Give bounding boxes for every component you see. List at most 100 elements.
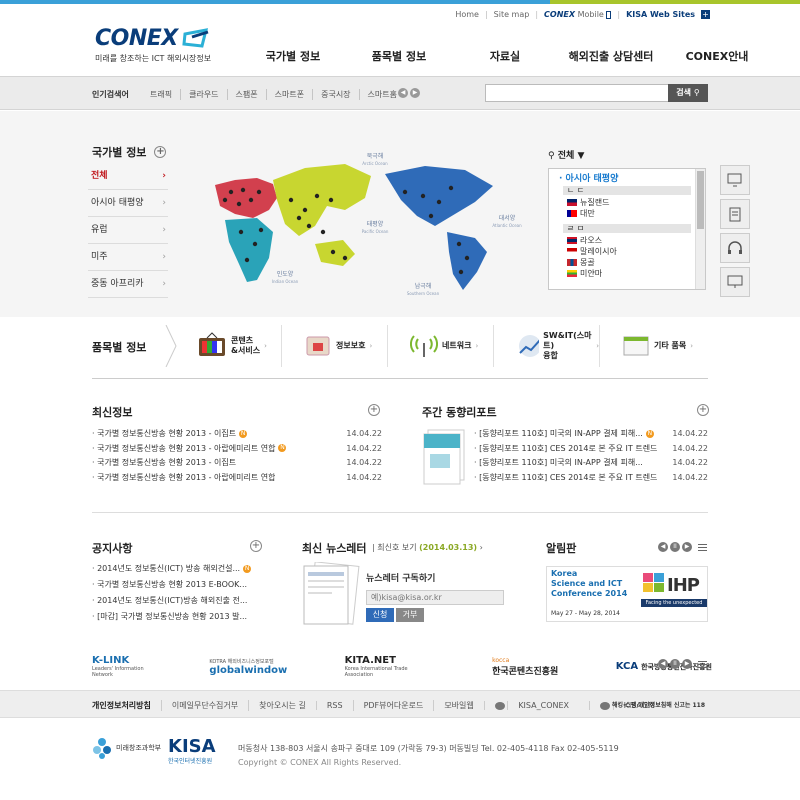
conex-mobile-link[interactable]: CONEX Mobile [544,10,612,19]
list-item[interactable]: · [마감] 국가별 정보통신방송 현황 2013 발... [92,609,262,625]
product-item[interactable]: 정보보호 › [281,325,387,367]
product-item[interactable]: 네트워크 › [387,325,493,367]
region-select[interactable]: ⚲ 전체 ▼ [548,148,584,161]
ocean-label: Arctic Ocean [362,161,388,166]
list-item[interactable]: · 국가별 정보통신방송 현황 2013 - 아랍에미리트 연합 N 14.04.2… [92,442,382,457]
product-item[interactable]: SW&IT(스마트) 융합 › [493,325,599,367]
next-icon[interactable]: ▶ [682,542,692,552]
conference-banner[interactable]: Korea Science and ICT Conference 2014 Ma… [546,566,708,622]
region-item[interactable]: 미주 › [88,244,168,271]
newsletter-email-field[interactable] [366,590,504,605]
sitemap-link[interactable]: Site map [494,10,530,19]
region-item[interactable]: 중동 아프리카 › [88,271,168,298]
list-item[interactable]: · [동향리포트 110호] CES 2014로 본 주요 IT 트렌드 14.0… [474,442,708,457]
footer-link[interactable]: 이메일무단수집거부 [160,700,248,711]
next-icon[interactable]: ▶ [410,88,420,98]
subscribe-button[interactable]: 신청 [366,608,394,622]
newsletter-prev-link[interactable]: | 최신호 보기 (2014.03.13) › [372,542,483,553]
country-group-label: ㄹ ㅁ [563,224,691,233]
country-list[interactable]: · 아시아 태평양 ㄴ ㄷ 뉴질랜드 대만 ㄹ ㅁ 라오스 말레이시아 몽골 미… [548,168,706,290]
list-item[interactable]: · 국가별 정보통신방송 현황 2013 - 이집트 N 14.04.22 [92,427,382,442]
newsletter-thumbnail[interactable] [300,562,360,626]
gnb-about[interactable]: CONEX안내 [664,48,770,64]
gnb-country[interactable]: 국가별 정보 [240,48,346,64]
chevron-right-icon: › [479,543,483,552]
more-plus-icon[interactable]: + [368,404,380,416]
list-item[interactable]: · 2014년도 정보통신(ICT) 방송 해외건설... N [92,561,262,577]
footer-link[interactable]: RSS [315,701,353,710]
list-item[interactable]: · [동향리포트 110호] CES 2014로 본 주요 IT 트렌드 14.0… [474,471,708,486]
search-button[interactable]: 검색 ⚲ [668,84,708,102]
caret-down-icon: ▼ [577,151,585,161]
partner-logo-kita[interactable]: KITA.NET Korea International Trade Associ… [345,655,435,678]
ministry-emblem-icon [93,738,111,759]
keyword[interactable]: 스마트폰 [265,89,312,100]
country-item[interactable]: 뉴질랜드 [549,197,705,208]
country-item[interactable]: 말레이시아 [549,246,705,257]
keyword[interactable]: 클라우드 [180,89,226,100]
keyword[interactable]: 스팸폰 [226,89,266,100]
region-item[interactable]: 유럽 › [88,217,168,244]
home-link[interactable]: Home [455,10,479,19]
country-item[interactable]: 라오스 [549,235,705,246]
gnb-consulting[interactable]: 해외진출 상담센터 [558,48,664,64]
product-item[interactable]: 기타 품목 › [599,325,705,367]
headset-icon[interactable] [720,233,750,263]
plus-icon[interactable]: + [701,10,710,19]
footer-link[interactable]: PDF뷰어다운로드 [352,700,434,711]
site-logo[interactable]: CONEX 미래를 창조하는 ICT 해외시장정보 [95,26,212,64]
divider [92,512,708,513]
next-icon[interactable]: ▶ [682,659,692,669]
country-item[interactable]: 미얀마 [549,268,705,279]
partner-logo-klink[interactable]: K-LINK Leaders' Information Network [92,655,152,678]
misc-window-icon [623,336,649,356]
list-item[interactable]: · 국가별 정보통신방송 현황 2013 - 이집트 14.04.22 [92,456,382,471]
list-item[interactable]: · 국가별 정보통신방송 현황 2013 - 아랍에미리트 연합 14.04.22 [92,471,382,486]
country-item[interactable]: 대만 [549,208,705,219]
footer-link[interactable]: 찾아오시는 길 [248,700,316,711]
more-plus-icon[interactable]: + [250,540,262,552]
ocean-label: 태평양 [367,220,384,228]
gnb-product[interactable]: 품목별 정보 [346,48,452,64]
menu-icon[interactable] [698,543,707,551]
more-plus-icon[interactable]: + [154,146,167,158]
search-monitor-icon[interactable] [720,165,750,195]
document-icon[interactable] [720,199,750,229]
search-input[interactable] [485,84,669,102]
prev-icon[interactable]: ◀ [658,659,668,669]
prev-icon[interactable]: ◀ [398,88,408,98]
product-item[interactable]: 콘텐츠 &서비스 › [175,325,281,367]
gnb-library[interactable]: 자료실 [452,48,558,64]
partner-logo-globalwindow[interactable]: KOTRA 해외비즈니스정보포털 globalwindow [209,658,287,676]
report-thumbnail[interactable] [420,428,470,486]
footer-link[interactable]: 개인정보처리방침 [92,700,161,711]
keyword[interactable]: 중국시장 [312,89,358,100]
pause-icon[interactable]: II [670,542,680,552]
report-118-banner[interactable]: 해킹·스팸·개인정보침해 신고는 118 [612,700,705,709]
more-plus-icon[interactable]: + [697,404,709,416]
footer-link[interactable]: KISA_CONEX [483,701,589,710]
country-group-label: ㄴ ㄷ [563,186,691,195]
pause-icon[interactable]: II [670,659,680,669]
list-item[interactable]: · 2014년도 정보통신(ICT)방송 해외진출 전... [92,593,262,609]
world-map[interactable]: 북극해 Arctic Ocean 태평양 Pacific Ocean 대서양 A… [195,140,535,305]
region-item[interactable]: 전체 › [88,163,168,190]
kisa-websites-link[interactable]: KISA Web Sites [626,10,695,19]
list-item[interactable]: · [동향리포트 110호] 미국의 IN-APP 결제 피해... 14.04.… [474,456,708,471]
divider [92,378,708,379]
country-item[interactable]: 몽골 [549,257,705,268]
footer-link[interactable]: 모바일웹 [433,700,483,711]
list-item[interactable]: · 국가별 정보통신방송 현황 2013 E-BOOK... [92,577,262,593]
menu-icon[interactable] [698,660,707,668]
latest-title: 최신정보 [92,406,133,419]
mobile-icon [606,10,612,19]
unsubscribe-button[interactable]: 거부 [396,608,424,622]
map-region-south-america [447,232,487,290]
list-item[interactable]: · [동향리포트 110호] 미국의 IN-APP 결제 피해... N 14.04… [474,427,708,442]
prev-icon[interactable]: ◀ [658,542,668,552]
presentation-icon[interactable] [720,267,750,297]
region-item[interactable]: 아시아 태평양 › [88,190,168,217]
keyword[interactable]: 트래픽 [148,89,180,100]
partner-logo-kocca[interactable]: kocca 한국콘텐츠진흥원 [492,657,558,677]
scrollbar[interactable] [695,169,705,289]
